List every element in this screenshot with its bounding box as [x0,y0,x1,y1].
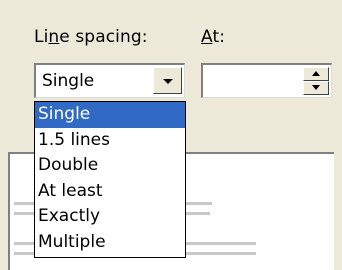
option-exactly[interactable]: Exactly [35,204,185,230]
line-spacing-dropdown-list[interactable]: Single 1.5 lines Double At least Exactly… [34,101,186,258]
at-spin-down-button[interactable] [303,81,329,95]
preview-text-line [14,252,34,255]
spin-up-icon [312,71,320,76]
at-label: At: [201,27,225,47]
option-at-least[interactable]: At least [35,179,185,205]
option-single[interactable]: Single [35,102,185,128]
line-spacing-label: Line spacing: [34,27,148,47]
preview-text-line [14,212,34,215]
at-label-rest: t: [212,27,226,47]
preview-text-line [14,242,34,245]
line-spacing-label-part1: Li [34,27,49,47]
option-multiple[interactable]: Multiple [35,230,185,256]
at-spinner[interactable] [201,63,332,98]
line-spacing-combobox[interactable]: Single [34,63,185,98]
line-spacing-label-accesskey: n [48,27,60,47]
preview-text-line [186,242,256,245]
option-1-5-lines[interactable]: 1.5 lines [35,128,185,154]
preview-text-line [186,252,256,255]
at-label-accesskey: A [201,27,213,47]
line-spacing-label-part2: e spacing: [59,27,148,47]
chevron-down-icon [163,79,173,84]
preview-text-line [14,202,34,205]
preview-text-line [186,212,210,215]
option-double[interactable]: Double [35,153,185,179]
spin-down-icon [312,85,320,90]
at-spin-up-button[interactable] [303,67,329,81]
preview-text-line [186,202,212,205]
line-spacing-value: Single [42,71,95,91]
line-spacing-dropdown-button[interactable] [153,67,182,94]
